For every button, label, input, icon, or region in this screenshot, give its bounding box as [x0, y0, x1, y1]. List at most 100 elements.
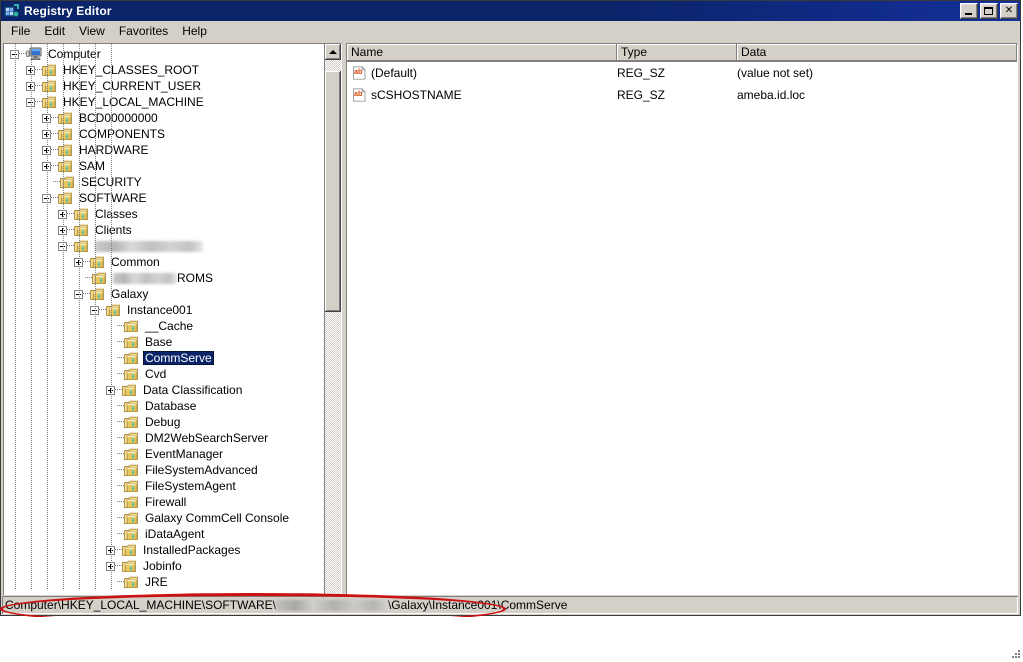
tree-node-clients[interactable]: Clients [4, 222, 324, 238]
tree-node-debug[interactable]: Debug [4, 414, 324, 430]
tree-node-jre[interactable]: JRE [4, 574, 324, 590]
tree-node-filesystemagent[interactable]: FileSystemAgent [4, 478, 324, 494]
expand-toggle-minus-icon[interactable] [26, 98, 35, 107]
expand-toggle-plus-icon[interactable] [106, 546, 115, 555]
tree-node-jobinfo[interactable]: Jobinfo [4, 558, 324, 574]
resize-grip[interactable] [1009, 647, 1021, 659]
registry-editor-icon [4, 3, 20, 19]
column-header-type[interactable]: Type [617, 44, 737, 61]
menu-item-edit[interactable]: Edit [37, 22, 72, 40]
tree-connector-line [117, 398, 124, 414]
expand-toggle-plus-icon[interactable] [106, 562, 115, 571]
tree-node-sam[interactable]: SAM [4, 158, 324, 174]
tree-node-label: JRE [143, 575, 170, 589]
expand-toggle-minus-icon[interactable] [10, 50, 19, 59]
tree-node-galaxy-commcell-console[interactable]: Galaxy CommCell Console [4, 510, 324, 526]
tree-node-common[interactable]: Common [4, 254, 324, 270]
expand-toggle-plus-icon[interactable] [58, 226, 67, 235]
value-row[interactable]: absCSHOSTNAMEREG_SZameba.id.loc [347, 84, 1017, 106]
tree-vertical-scrollbar[interactable] [324, 44, 341, 612]
tree-node-label: CommServe [143, 351, 214, 365]
registry-key-icon [90, 288, 105, 301]
tree-connector-line [117, 446, 124, 462]
expand-toggle-plus-icon[interactable] [106, 386, 115, 395]
registry-key-icon [74, 240, 89, 253]
value-row[interactable]: ab(Default)REG_SZ(value not set) [347, 62, 1017, 84]
tree-node-filesystemadvanced[interactable]: FileSystemAdvanced [4, 462, 324, 478]
tree-node-hkey-classes-root[interactable]: HKEY_CLASSES_ROOT [4, 62, 324, 78]
value-name: (Default) [371, 66, 417, 80]
tree-node-hkey-current-user[interactable]: HKEY_CURRENT_USER [4, 78, 324, 94]
tree-scroll-track[interactable] [325, 60, 341, 596]
menu-item-favorites[interactable]: Favorites [112, 22, 175, 40]
tree-node-label: BCD00000000 [77, 111, 160, 125]
menu-item-view[interactable]: View [72, 22, 112, 40]
tree-node-idataagent[interactable]: iDataAgent [4, 526, 324, 542]
scroll-up-button[interactable] [325, 44, 341, 60]
menu-item-help[interactable]: Help [175, 22, 214, 40]
tree-node-label: Clients [93, 223, 134, 237]
expand-toggle-plus-icon[interactable] [74, 258, 83, 267]
registry-editor-window: Registry Editor ✕ FileEditViewFavoritesH… [0, 0, 1021, 616]
tree-node-hardware[interactable]: HARDWARE [4, 142, 324, 158]
values-list[interactable]: ab(Default)REG_SZ(value not set)absCSHOS… [347, 62, 1017, 595]
tree-connector-line [115, 558, 122, 574]
tree-node-software[interactable]: SOFTWARE [4, 190, 324, 206]
menu-item-file[interactable]: File [4, 22, 37, 40]
tree-node-dm2websearchserver[interactable]: DM2WebSearchServer [4, 430, 324, 446]
tree-node-bcd00000000[interactable]: BCD00000000 [4, 110, 324, 126]
expand-toggle-plus-icon[interactable] [42, 146, 51, 155]
expand-toggle-plus-icon[interactable] [26, 82, 35, 91]
tree-node-cvd[interactable]: Cvd [4, 366, 324, 382]
column-header-data[interactable]: Data [737, 44, 1017, 61]
tree-connector-line [35, 62, 42, 78]
tree-node-installedpackages[interactable]: InstalledPackages [4, 542, 324, 558]
maximize-button[interactable] [980, 3, 998, 19]
close-button[interactable]: ✕ [1000, 3, 1018, 19]
statusbar-path: Computer\HKEY_LOCAL_MACHINE\SOFTWARE\ \Ga… [2, 596, 1018, 614]
tree-node-security[interactable]: SECURITY [4, 174, 324, 190]
tree-node-cache[interactable]: __Cache [4, 318, 324, 334]
tree-connector-line [117, 510, 124, 526]
tree-node-base[interactable]: Base [4, 334, 324, 350]
tree-scroll-thumb[interactable] [325, 71, 341, 312]
tree-node-galaxy[interactable]: Galaxy [4, 286, 324, 302]
registry-key-icon [42, 80, 57, 93]
expand-toggle-plus-icon[interactable] [42, 162, 51, 171]
tree-node-data-classification[interactable]: Data Classification [4, 382, 324, 398]
menu-bar: FileEditViewFavoritesHelp [1, 21, 1020, 42]
expand-toggle-plus-icon[interactable] [42, 114, 51, 123]
tree-node-components[interactable]: COMPONENTS [4, 126, 324, 142]
tree-node-label: ROMS [111, 271, 215, 285]
tree-node-firewall[interactable]: Firewall [4, 494, 324, 510]
tree-node-computer[interactable]: Computer [4, 46, 324, 62]
expand-toggle-minus-icon[interactable] [58, 242, 67, 251]
tree-node-label: iDataAgent [143, 527, 206, 541]
expand-toggle-minus-icon[interactable] [74, 290, 83, 299]
statusbar-path-before: Computer\HKEY_LOCAL_MACHINE\SOFTWARE\ [5, 598, 276, 612]
tree-node-commserve[interactable]: CommServe [4, 350, 324, 366]
minimize-button[interactable] [960, 3, 978, 19]
column-header-name[interactable]: Name [347, 44, 617, 61]
tree-node-label: HARDWARE [77, 143, 151, 157]
expand-toggle-plus-icon[interactable] [58, 210, 67, 219]
tree-connector-line [53, 174, 60, 190]
registry-key-icon [124, 464, 139, 477]
registry-tree[interactable]: ComputerHKEY_CLASSES_ROOTHKEY_CURRENT_US… [4, 44, 324, 612]
tree-node-database[interactable]: Database [4, 398, 324, 414]
expand-toggle-minus-icon[interactable] [42, 194, 51, 203]
tree-node-instance001[interactable]: Instance001 [4, 302, 324, 318]
expand-toggle-minus-icon[interactable] [90, 306, 99, 315]
expand-toggle-plus-icon[interactable] [42, 130, 51, 139]
tree-node-classes[interactable]: Classes [4, 206, 324, 222]
tree-connector-line [19, 46, 26, 62]
expand-toggle-plus-icon[interactable] [26, 66, 35, 75]
tree-node-redacted[interactable] [4, 238, 324, 254]
statusbar-path-after: \Galaxy\Instance001\CommServe [388, 598, 567, 612]
registry-key-icon [42, 64, 57, 77]
tree-node-hkey-local-machine[interactable]: HKEY_LOCAL_MACHINE [4, 94, 324, 110]
tree-node-label: Common [109, 255, 162, 269]
tree-node-roms[interactable]: ROMS [4, 270, 324, 286]
svg-text:ab: ab [354, 89, 363, 98]
tree-node-eventmanager[interactable]: EventManager [4, 446, 324, 462]
